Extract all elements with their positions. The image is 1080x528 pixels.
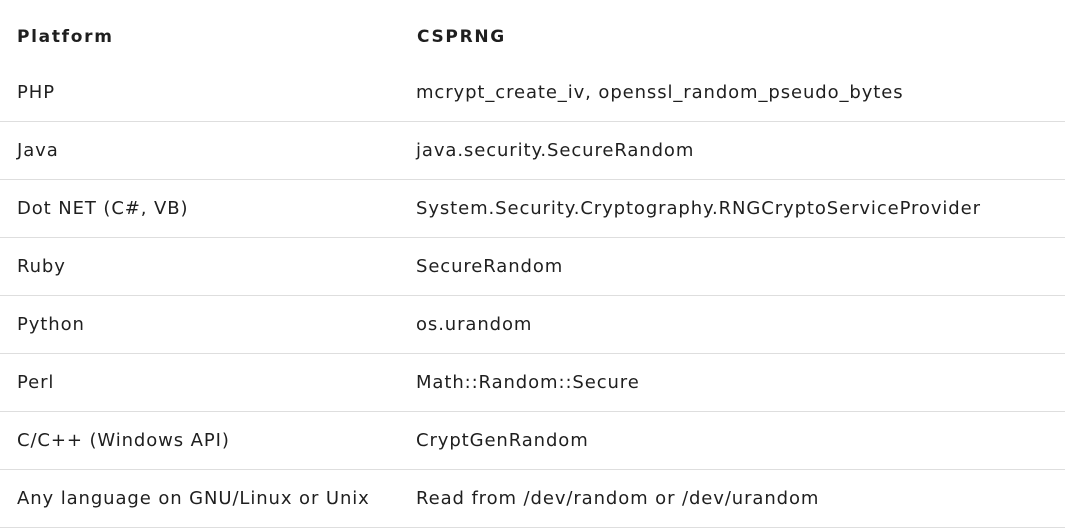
table-row: Python os.urandom: [0, 295, 1065, 354]
platform-cell: Dot NET (C#, VB): [0, 179, 400, 238]
csprng-cell: CryptGenRandom: [400, 411, 1065, 470]
platform-cell: Any language on GNU/Linux or Unix: [0, 469, 400, 528]
csprng-table-container: Platform CSPRNG PHP mcrypt_create_iv, op…: [0, 0, 1080, 528]
csprng-cell: mcrypt_create_iv, openssl_random_pseudo_…: [400, 64, 1065, 122]
column-header-platform: Platform: [17, 26, 114, 47]
csprng-cell: Read from /dev/random or /dev/urandom: [400, 469, 1065, 528]
table-row: C/C++ (Windows API) CryptGenRandom: [0, 411, 1065, 470]
table-header: Platform CSPRNG: [0, 9, 1065, 64]
header-row: Platform CSPRNG: [0, 9, 1065, 64]
csprng-cell: java.security.SecureRandom: [400, 121, 1065, 180]
table-row: Ruby SecureRandom: [0, 237, 1065, 296]
table-row: Perl Math::Random::Secure: [0, 353, 1065, 412]
table-row: Dot NET (C#, VB) System.Security.Cryptog…: [0, 179, 1065, 238]
csprng-table: Platform CSPRNG PHP mcrypt_create_iv, op…: [0, 9, 1065, 528]
csprng-cell: os.urandom: [400, 295, 1065, 354]
table-row: Any language on GNU/Linux or Unix Read f…: [0, 469, 1065, 528]
column-header-csprng: CSPRNG: [417, 26, 506, 47]
platform-cell: Java: [0, 121, 400, 180]
platform-cell: Ruby: [0, 237, 400, 296]
platform-cell: Perl: [0, 353, 400, 412]
csprng-cell: SecureRandom: [400, 237, 1065, 296]
csprng-cell: System.Security.Cryptography.RNGCryptoSe…: [400, 179, 1065, 238]
platform-cell: C/C++ (Windows API): [0, 411, 400, 470]
table-row: Java java.security.SecureRandom: [0, 121, 1065, 180]
csprng-cell: Math::Random::Secure: [400, 353, 1065, 412]
platform-cell: PHP: [0, 64, 400, 122]
platform-cell: Python: [0, 295, 400, 354]
table-body: PHP mcrypt_create_iv, openssl_random_pse…: [0, 64, 1065, 528]
table-row: PHP mcrypt_create_iv, openssl_random_pse…: [0, 64, 1065, 122]
